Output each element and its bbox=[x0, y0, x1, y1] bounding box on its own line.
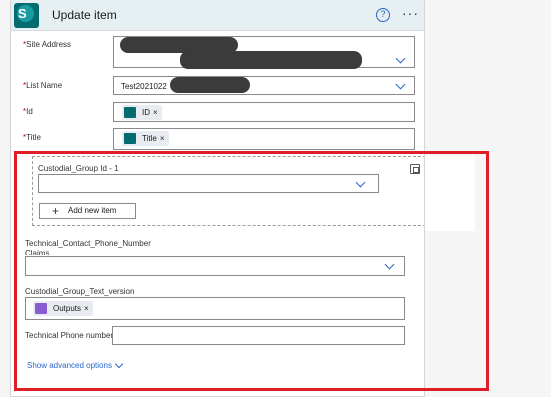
list-name-dropdown[interactable]: Test2021022 bbox=[113, 76, 415, 95]
sharepoint-icon bbox=[124, 133, 136, 144]
sharepoint-icon: S bbox=[14, 3, 39, 28]
title-field[interactable]: Title × bbox=[113, 128, 415, 150]
technical-contact-phone-label: Technical_Contact_Phone_Number bbox=[25, 239, 151, 248]
chevron-down-icon[interactable] bbox=[384, 259, 395, 270]
remove-token-icon[interactable]: × bbox=[160, 134, 165, 143]
site-address-field[interactable] bbox=[113, 36, 415, 69]
add-new-item-button[interactable]: + Add new item bbox=[39, 203, 136, 219]
sharepoint-icon bbox=[124, 107, 136, 118]
redacted-site-address-2 bbox=[180, 51, 362, 69]
custodial-group-id-label: Custodial_Group Id - 1 bbox=[38, 164, 119, 173]
custodial-group-text-field[interactable]: Outputs × bbox=[25, 297, 405, 320]
id-label: *Id bbox=[23, 107, 33, 116]
remove-token-icon[interactable]: × bbox=[153, 108, 158, 117]
help-icon[interactable]: ? bbox=[376, 8, 390, 22]
show-advanced-options-link[interactable]: Show advanced options bbox=[27, 361, 112, 370]
id-token[interactable]: ID × bbox=[122, 105, 162, 120]
technical-contact-phone-dropdown[interactable] bbox=[25, 256, 405, 276]
custodial-group-id-dropdown[interactable] bbox=[38, 174, 379, 193]
more-options-icon[interactable]: ··· bbox=[402, 5, 419, 21]
chevron-down-icon[interactable] bbox=[395, 53, 406, 64]
action-title: Update item bbox=[52, 8, 117, 22]
list-name-label: *List Name bbox=[23, 81, 63, 90]
action-header[interactable]: S Update item ? ··· bbox=[11, 0, 424, 31]
id-field[interactable]: ID × bbox=[113, 102, 415, 122]
title-label: *Title bbox=[23, 133, 41, 142]
expression-icon bbox=[35, 303, 47, 314]
background-panel bbox=[425, 156, 475, 231]
technical-phone-label: Technical Phone number bbox=[25, 331, 114, 340]
claims-label: Claims bbox=[25, 249, 50, 255]
list-name-value: Test2021022 bbox=[121, 82, 167, 91]
outputs-token[interactable]: Outputs × bbox=[33, 301, 93, 316]
custodial-group-text-label: Custodial_Group_Text_version bbox=[25, 287, 135, 296]
plus-icon: + bbox=[52, 204, 60, 218]
update-item-card: S Update item ? ··· *Site Address *List … bbox=[10, 0, 425, 397]
switch-to-array-icon[interactable] bbox=[410, 164, 420, 174]
title-token[interactable]: Title × bbox=[122, 131, 169, 146]
redacted-list-name bbox=[170, 77, 250, 93]
site-address-label: *Site Address bbox=[23, 40, 72, 49]
remove-token-icon[interactable]: × bbox=[84, 304, 89, 313]
chevron-down-icon[interactable] bbox=[395, 79, 406, 90]
chevron-down-icon[interactable] bbox=[355, 177, 366, 188]
technical-phone-input[interactable] bbox=[112, 326, 405, 345]
